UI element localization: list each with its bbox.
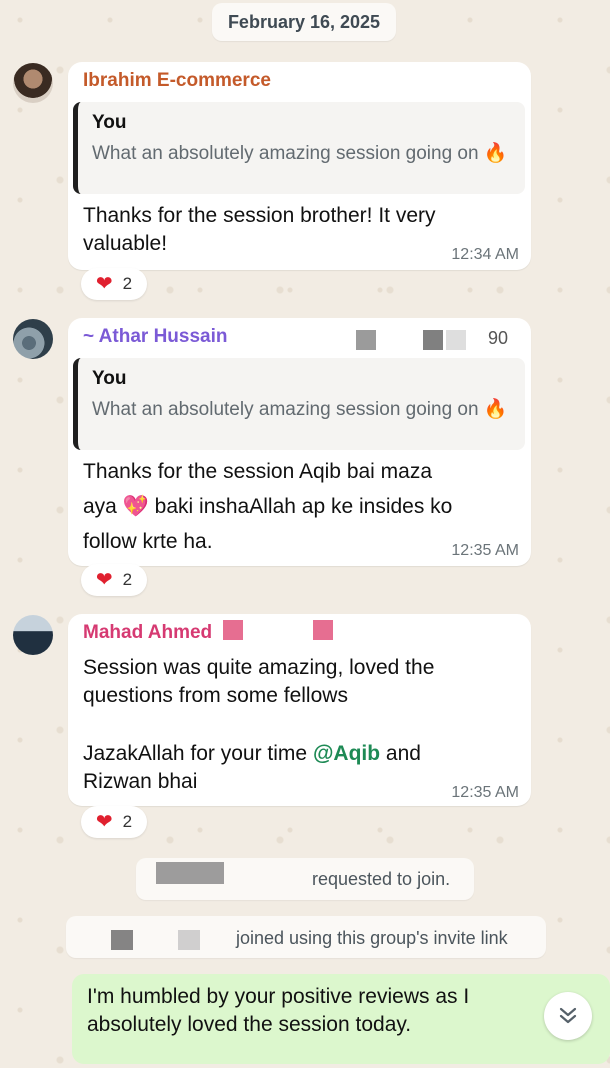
system-message: requested to join.: [136, 858, 474, 900]
reaction-badge[interactable]: ❤ 2: [81, 806, 147, 838]
sender-name[interactable]: ~ Athar Hussain: [83, 326, 227, 348]
redacted-block: [313, 620, 333, 640]
message-time: 12:34 AM: [451, 246, 519, 263]
quote-author: You: [92, 112, 127, 133]
heart-icon: ❤: [95, 569, 113, 591]
system-text: requested to join.: [312, 869, 451, 889]
scroll-to-bottom-button[interactable]: [544, 992, 592, 1040]
reaction-badge[interactable]: ❤ 2: [81, 268, 147, 300]
avatar[interactable]: [13, 319, 53, 359]
quoted-message[interactable]: You What an absolutely amazing session g…: [73, 102, 525, 194]
system-text: joined using this group's invite link: [236, 928, 508, 948]
message-bubble[interactable]: ~ Athar Hussain 90 You What an absolutel…: [68, 318, 531, 566]
redacted-block: [423, 330, 443, 350]
message-line: valuable!: [83, 232, 168, 255]
message-line: Session was quite amazing, loved the: [83, 656, 435, 679]
quoted-message[interactable]: You What an absolutely amazing session g…: [73, 358, 525, 450]
message-line: aya 💖 baki inshaAllah ap ke insides ko: [83, 495, 453, 518]
message-text: and: [380, 742, 421, 765]
heart-icon: ❤: [95, 811, 113, 833]
sender-phone-suffix: 90: [488, 328, 509, 348]
sender-name[interactable]: Mahad Ahmed: [83, 622, 212, 644]
message-line: absolutely loved the session today.: [87, 1013, 412, 1036]
redacted-block: [223, 620, 243, 640]
message-line: Thanks for the session Aqib bai maza: [83, 460, 433, 483]
redacted-block: [178, 930, 200, 950]
message-time: 12:35 AM: [451, 542, 519, 559]
own-message-bubble[interactable]: I'm humbled by your positive reviews as …: [72, 974, 610, 1064]
message-text: JazakAllah for your time: [83, 742, 313, 765]
system-message: joined using this group's invite link: [66, 916, 546, 958]
message-time: 12:35 AM: [451, 784, 519, 801]
message-line: JazakAllah for your time @Aqib and: [83, 740, 421, 768]
message-line: questions from some fellows: [83, 684, 348, 707]
message-bubble[interactable]: Mahad Ahmed Session was quite amazing, l…: [68, 614, 531, 806]
reaction-count: 2: [122, 274, 133, 293]
message-line: Rizwan bhai: [83, 770, 198, 793]
quote-text: What an absolutely amazing session going…: [92, 399, 508, 420]
message-bubble[interactable]: Ibrahim E-commerce You What an absolutel…: [68, 62, 531, 270]
avatar[interactable]: [13, 63, 53, 103]
heart-icon: ❤: [95, 273, 113, 295]
double-chevron-down-icon: [559, 1007, 577, 1024]
reaction-badge[interactable]: ❤ 2: [81, 564, 147, 596]
message-line: Thanks for the session brother! It very: [83, 204, 436, 227]
sender-name[interactable]: Ibrahim E-commerce: [83, 70, 271, 92]
quote-text: What an absolutely amazing session going…: [92, 143, 508, 164]
redacted-block: [156, 862, 224, 884]
avatar[interactable]: [13, 615, 53, 655]
mention-link[interactable]: @Aqib: [313, 742, 380, 765]
redacted-block: [111, 930, 133, 950]
redacted-block: [446, 330, 466, 350]
redacted-block: [356, 330, 376, 350]
quote-author: You: [92, 368, 127, 389]
reaction-count: 2: [122, 570, 133, 589]
date-divider: February 16, 2025: [212, 3, 396, 41]
reaction-count: 2: [122, 812, 133, 831]
message-line: follow krte ha.: [83, 530, 213, 553]
message-line: I'm humbled by your positive reviews as …: [87, 985, 470, 1008]
